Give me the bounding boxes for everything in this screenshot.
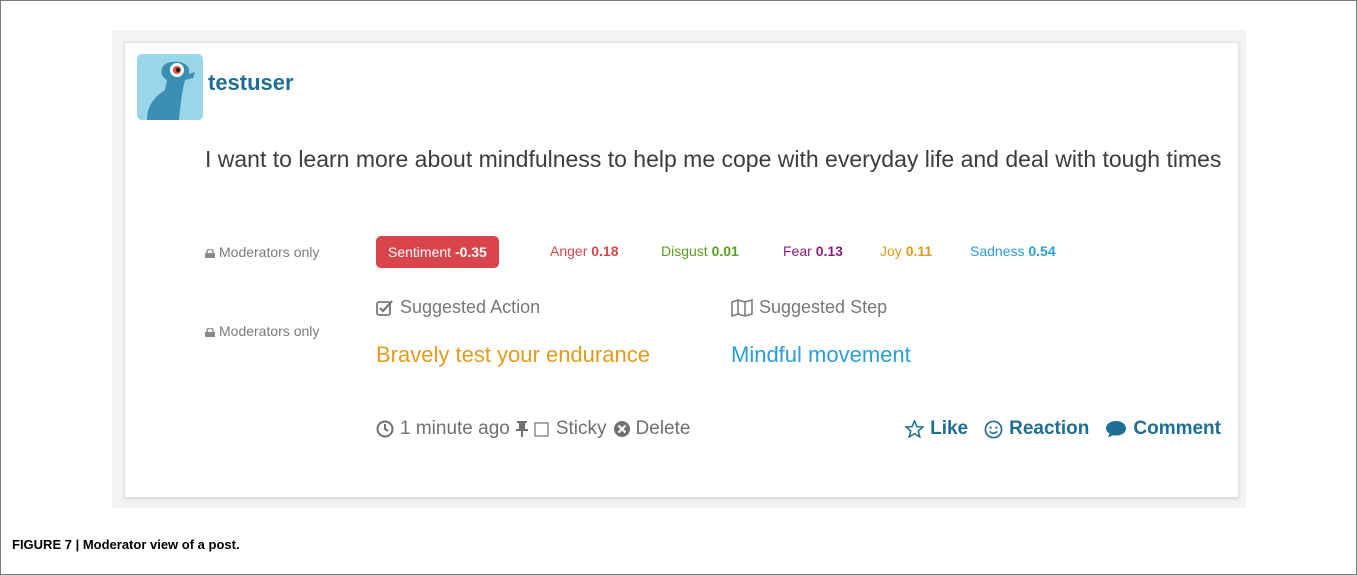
emotion-joy: Joy 0.11	[880, 243, 932, 259]
moderators-only-text: Moderators only	[219, 244, 320, 260]
emotion-disgust-value: 0.01	[711, 243, 739, 259]
lock-icon	[205, 248, 215, 258]
suggested-action-link[interactable]: Bravely test your endurance	[376, 342, 650, 368]
sticky-toggle[interactable]: Sticky	[515, 418, 607, 440]
check-square-icon	[376, 299, 393, 316]
comment-label: Comment	[1133, 418, 1221, 439]
emotion-disgust: Disgust 0.01	[661, 243, 739, 259]
checkbox-icon[interactable]	[534, 421, 550, 437]
emotion-anger: Anger 0.18	[550, 243, 619, 259]
moderators-only-label-emotions: Moderators only	[205, 244, 319, 260]
star-icon	[905, 420, 925, 438]
emotion-joy-label: Joy	[880, 243, 902, 259]
post-actions: Like Reaction Comment	[905, 418, 1221, 440]
like-button[interactable]: Like	[905, 418, 968, 440]
comment-icon	[1106, 421, 1127, 438]
emotion-anger-value: 0.18	[591, 243, 619, 259]
times-circle-icon	[613, 421, 630, 437]
avatar-bird-icon	[137, 54, 203, 120]
clock-icon	[376, 420, 394, 438]
emotion-sadness-value: 0.54	[1028, 243, 1056, 259]
smile-icon	[984, 420, 1003, 438]
lock-icon	[205, 327, 215, 337]
post-timestamp: 1 minute ago	[400, 418, 510, 439]
pin-icon	[515, 421, 528, 437]
post-username[interactable]: testuser	[208, 70, 294, 96]
suggested-step-heading: Suggested Step	[731, 297, 887, 318]
emotion-sadness-label: Sadness	[970, 243, 1025, 259]
emotion-sadness: Sadness 0.54	[970, 243, 1056, 259]
sticky-label: Sticky	[555, 418, 607, 439]
emotion-fear-label: Fear	[783, 243, 812, 259]
comment-button[interactable]: Comment	[1105, 418, 1221, 440]
emotion-joy-value: 0.11	[905, 243, 933, 259]
reaction-button[interactable]: Reaction	[984, 418, 1089, 440]
emotion-fear-value: 0.13	[815, 243, 843, 259]
reaction-label: Reaction	[1009, 418, 1090, 439]
sentiment-value: -0.35	[454, 244, 487, 260]
suggested-step-heading-text: Suggested Step	[759, 297, 888, 317]
emotion-fear: Fear 0.13	[783, 243, 843, 259]
delete-label: Delete	[635, 418, 691, 439]
figure-caption: FIGURE 7 | Moderator view of a post.	[12, 537, 240, 552]
emotion-anger-label: Anger	[550, 243, 588, 259]
post-body-text: I want to learn more about mindfulness t…	[205, 146, 1222, 172]
sentiment-badge: Sentiment -0.35	[376, 236, 499, 268]
suggested-action-heading-text: Suggested Action	[400, 297, 541, 317]
moderators-only-text: Moderators only	[219, 323, 320, 339]
suggested-action-heading: Suggested Action	[376, 297, 540, 318]
emotion-disgust-label: Disgust	[661, 243, 708, 259]
map-icon	[731, 298, 753, 317]
like-label: Like	[930, 418, 969, 439]
moderators-only-label-suggestions: Moderators only	[205, 323, 319, 339]
sentiment-label: Sentiment	[388, 244, 452, 260]
post-meta: 1 minute ago Sticky Delete	[376, 418, 690, 440]
delete-button[interactable]: Delete	[613, 418, 691, 440]
avatar[interactable]	[137, 54, 203, 120]
suggested-step-link[interactable]: Mindful movement	[731, 342, 911, 368]
